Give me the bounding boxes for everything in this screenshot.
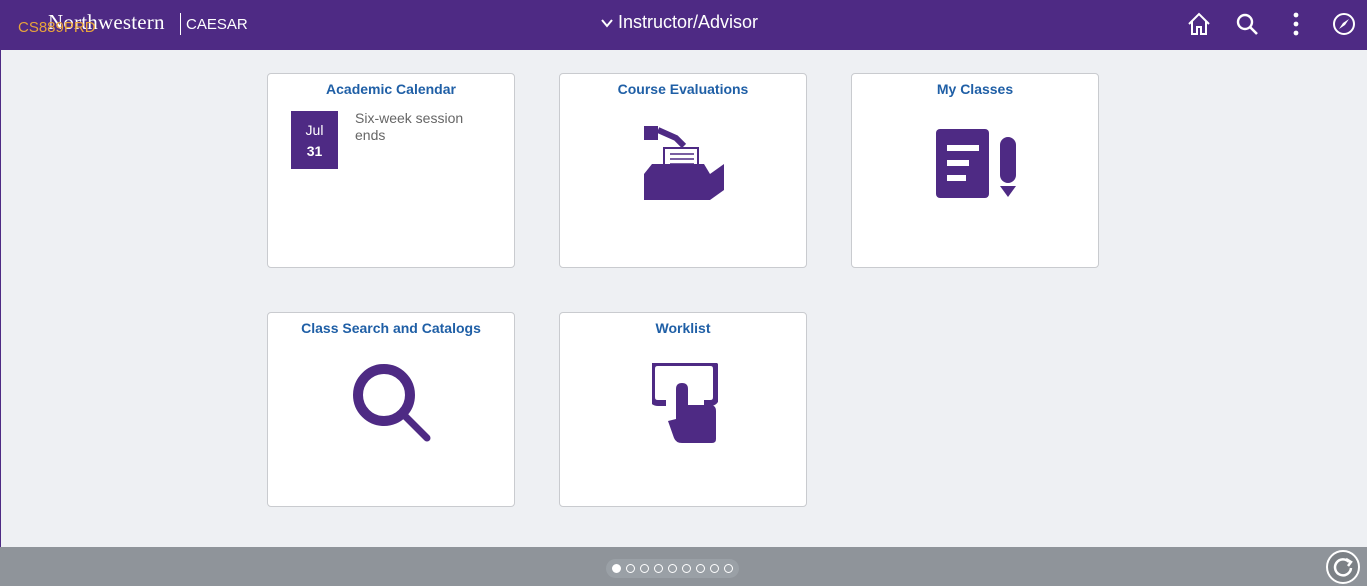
- homepage-selector[interactable]: Instructor/Advisor: [600, 12, 758, 33]
- brand-divider: [180, 13, 181, 35]
- search-icon: [1236, 13, 1258, 35]
- page-dot[interactable]: [682, 564, 691, 573]
- environment-label: CS889PRD: [18, 19, 96, 36]
- tile-course-evaluations[interactable]: Course Evaluations: [559, 73, 807, 268]
- navbar-compass-icon: [1333, 13, 1355, 35]
- page-dot[interactable]: [626, 564, 635, 573]
- actions-menu-button[interactable]: [1281, 9, 1311, 39]
- brand-subtitle: CAESAR: [186, 16, 248, 33]
- magnifier-icon: [353, 364, 431, 442]
- page-dot[interactable]: [710, 564, 719, 573]
- home-icon: [1188, 12, 1210, 35]
- touch-screen-icon: [652, 363, 718, 443]
- refresh-icon: [1333, 557, 1353, 577]
- calendar-day: 31: [306, 143, 323, 159]
- chevron-down-icon: [601, 18, 613, 28]
- tile-my-classes[interactable]: My Classes: [851, 73, 1099, 268]
- ballot-box-icon: [644, 126, 724, 200]
- left-border: [0, 50, 1, 547]
- refresh-button[interactable]: [1326, 550, 1360, 584]
- actions-menu-icon: [1293, 12, 1299, 36]
- page-dot[interactable]: [654, 564, 663, 573]
- page-indicator: [606, 559, 739, 578]
- tile-title: Course Evaluations: [617, 81, 749, 97]
- page-dot[interactable]: [640, 564, 649, 573]
- calendar-event-text: Six-week session ends: [355, 110, 464, 143]
- tile-title: Class Search and Catalogs: [301, 320, 481, 336]
- search-button[interactable]: [1232, 9, 1262, 39]
- page-dot[interactable]: [668, 564, 677, 573]
- tile-worklist[interactable]: Worklist: [559, 312, 807, 507]
- footer-bar: [0, 547, 1367, 586]
- navbar-button[interactable]: [1329, 9, 1359, 39]
- home-button[interactable]: [1184, 9, 1214, 39]
- top-banner: Northwestern CAESAR CS889PRD Instructor/…: [0, 0, 1367, 50]
- tile-academic-calendar[interactable]: Academic Calendar Jul 31 Six-week sessio…: [267, 73, 515, 268]
- tile-title: My Classes: [936, 81, 1014, 97]
- page-dot[interactable]: [612, 564, 621, 573]
- tile-title: Worklist: [655, 320, 711, 336]
- document-pencil-icon: [936, 129, 1016, 198]
- calendar-date-badge: Jul 31: [291, 111, 338, 169]
- calendar-month: Jul: [305, 122, 324, 138]
- page-title: Instructor/Advisor: [618, 12, 759, 32]
- tile-class-search[interactable]: Class Search and Catalogs: [267, 312, 515, 507]
- page-dot[interactable]: [696, 564, 705, 573]
- tile-title: Academic Calendar: [326, 81, 456, 97]
- page-dot[interactable]: [724, 564, 733, 573]
